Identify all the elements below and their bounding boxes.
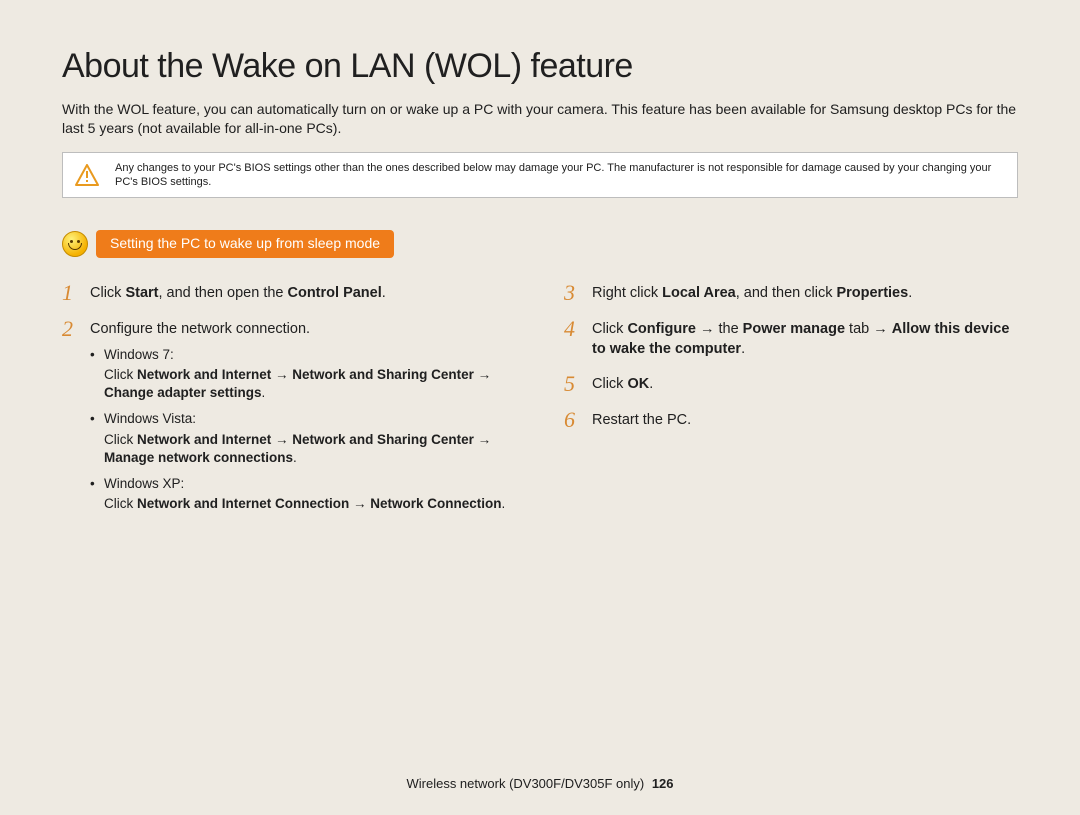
t: → the (696, 321, 743, 337)
step-6: 6 Restart the PC. (564, 409, 1018, 431)
t: Control Panel (288, 285, 382, 301)
step-number: 1 (62, 282, 90, 304)
step-number: 5 (564, 373, 592, 395)
t: tab → (845, 321, 892, 337)
step-body: Restart the PC. (592, 409, 1018, 431)
t: Click (104, 496, 137, 511)
footer-text: Wireless network (DV300F/DV305F only) (406, 776, 644, 791)
t: Network Connection (370, 496, 501, 511)
step-4: 4 Click Configure → the Power manage tab… (564, 318, 1018, 359)
step-body: Click Start, and then open the Control P… (90, 282, 516, 304)
t: . (382, 285, 386, 301)
warning-text: Any changes to your PC's BIOS settings o… (115, 162, 991, 188)
step-number: 6 (564, 409, 592, 431)
t: → (474, 432, 491, 447)
t: Power manage (743, 321, 845, 337)
t: Local Area (662, 285, 736, 301)
step-number: 2 (62, 318, 90, 521)
t: Network and Internet (137, 432, 271, 447)
t: Network and Internet (137, 367, 271, 382)
smiley-icon (62, 231, 88, 257)
sub-item-xp: Windows XP: Click Network and Internet C… (90, 475, 516, 513)
t: OK (627, 376, 649, 392)
page-number: 126 (652, 776, 674, 791)
step-number: 3 (564, 282, 592, 304)
t: Click (104, 367, 137, 382)
step-5: 5 Click OK. (564, 373, 1018, 395)
sub-item-vista: Windows Vista: Click Network and Interne… (90, 410, 516, 467)
os-label: Windows Vista: (104, 410, 516, 428)
t: Click (592, 376, 627, 392)
t: , and then click (736, 285, 837, 301)
t: Configure (627, 321, 695, 337)
step-body: Click OK. (592, 373, 1018, 395)
t: → (349, 496, 370, 511)
t: Restart the PC. (592, 412, 691, 428)
warning-callout: Any changes to your PC's BIOS settings o… (62, 152, 1018, 199)
page-title: About the Wake on LAN (WOL) feature (62, 44, 1018, 90)
t: . (649, 376, 653, 392)
os-label: Windows XP: (104, 475, 516, 493)
t: Change adapter settings (104, 385, 262, 400)
step-body: Configure the network connection. Window… (90, 318, 516, 521)
t: . (293, 450, 297, 465)
t: Network and Sharing Center (292, 432, 474, 447)
t: Click (90, 285, 125, 301)
t: Right click (592, 285, 662, 301)
step-body: Right click Local Area, and then click P… (592, 282, 1018, 304)
t: Network and Sharing Center (292, 367, 474, 382)
sub-item-win7: Windows 7: Click Network and Internet → … (90, 346, 516, 403)
step-body: Click Configure → the Power manage tab →… (592, 318, 1018, 359)
step-3: 3 Right click Local Area, and then click… (564, 282, 1018, 304)
t: , and then open the (159, 285, 288, 301)
t: → (474, 367, 491, 382)
warning-icon (75, 164, 99, 186)
t: Start (125, 285, 158, 301)
t: Click (104, 432, 137, 447)
t: Manage network connections (104, 450, 293, 465)
t: → (271, 367, 292, 382)
t: . (502, 496, 506, 511)
right-column: 3 Right click Local Area, and then click… (564, 282, 1018, 535)
t: . (908, 285, 912, 301)
section-pill: Setting the PC to wake up from sleep mod… (96, 230, 394, 258)
t: Configure the network connection. (90, 321, 310, 337)
step-1: 1 Click Start, and then open the Control… (62, 282, 516, 304)
left-column: 1 Click Start, and then open the Control… (62, 282, 516, 535)
t: Properties (836, 285, 908, 301)
step-2: 2 Configure the network connection. Wind… (62, 318, 516, 521)
step-number: 4 (564, 318, 592, 359)
t: Click (592, 321, 627, 337)
os-label: Windows 7: (104, 346, 516, 364)
intro-paragraph: With the WOL feature, you can automatica… (62, 100, 1018, 138)
t: Network and Internet Connection (137, 496, 349, 511)
t: → (271, 432, 292, 447)
section-heading-row: Setting the PC to wake up from sleep mod… (62, 230, 1018, 258)
page-footer: Wireless network (DV300F/DV305F only) 12… (0, 775, 1080, 793)
t: . (741, 341, 745, 357)
t: . (262, 385, 266, 400)
